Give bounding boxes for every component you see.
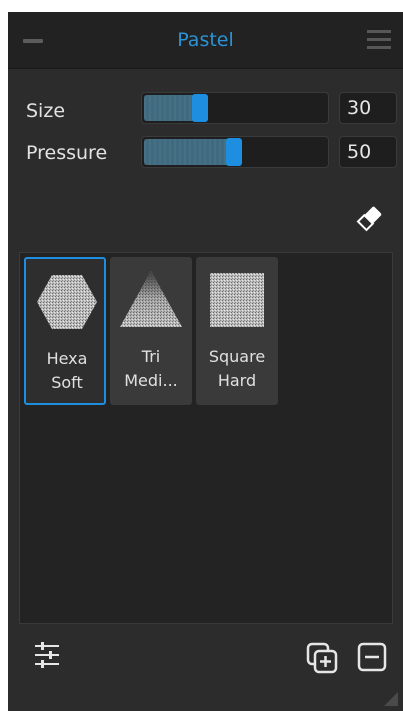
square-brush-icon bbox=[210, 273, 264, 327]
brush-label: Square Hard bbox=[208, 347, 266, 390]
brush-grid: Hexa Soft Tri Medi... Square Hard bbox=[19, 252, 393, 624]
panel-title: Pastel bbox=[177, 29, 234, 51]
size-value-input[interactable]: 30 bbox=[339, 92, 397, 124]
pressure-value-input[interactable]: 50 bbox=[339, 136, 397, 168]
duplicate-icon[interactable] bbox=[306, 642, 338, 674]
remove-icon[interactable] bbox=[357, 642, 387, 672]
size-label: Size bbox=[26, 100, 66, 122]
brush-item-square-hard[interactable]: Square Hard bbox=[196, 257, 278, 405]
resize-grip-icon[interactable] bbox=[384, 692, 398, 706]
pressure-slider-thumb[interactable] bbox=[226, 138, 242, 166]
eraser-icon[interactable] bbox=[354, 202, 386, 234]
brush-item-tri-medium[interactable]: Tri Medi... bbox=[110, 257, 192, 405]
brush-label: Tri Medi... bbox=[124, 347, 178, 390]
hamburger-menu-icon[interactable] bbox=[367, 30, 391, 50]
pressure-slider-fill bbox=[144, 139, 238, 165]
sliders-icon[interactable] bbox=[33, 640, 61, 670]
pressure-label: Pressure bbox=[26, 142, 108, 164]
panel-titlebar: Pastel bbox=[8, 12, 403, 69]
pressure-slider[interactable] bbox=[141, 136, 329, 168]
brush-panel: Pastel Size 30 Pressure 50 Hexa Soft Tri… bbox=[8, 12, 403, 711]
brush-label: Hexa Soft bbox=[46, 349, 88, 392]
triangle-brush-icon bbox=[120, 271, 182, 327]
size-slider[interactable] bbox=[141, 92, 329, 124]
size-slider-thumb[interactable] bbox=[192, 94, 208, 122]
hexagon-brush-icon bbox=[37, 275, 97, 329]
brush-item-hexa-soft[interactable]: Hexa Soft bbox=[24, 257, 106, 405]
